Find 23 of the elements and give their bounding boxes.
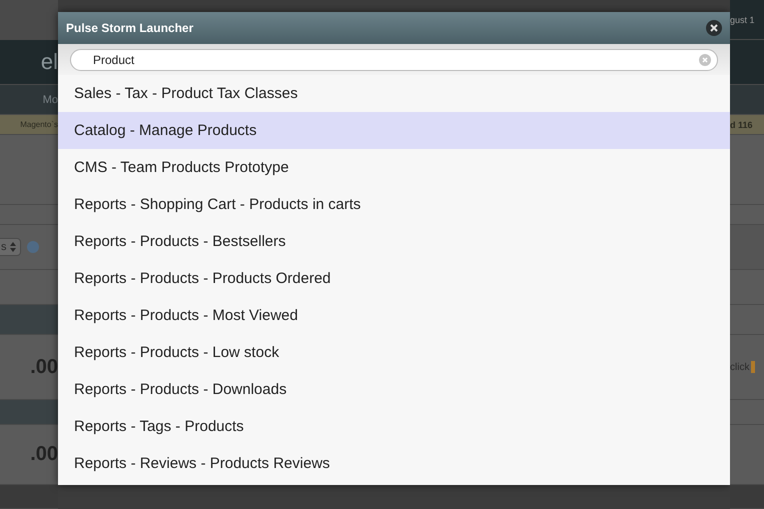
header-date: gust 1 <box>730 14 755 24</box>
amount-text: .00 <box>30 443 58 466</box>
result-item[interactable]: Reports - Tags - Products <box>58 408 730 445</box>
window-title: Pulse Storm Launcher <box>66 21 194 35</box>
notice-text: d 116 <box>730 120 753 130</box>
result-item[interactable]: CMS - Team Products Prototype <box>58 149 730 186</box>
notice-text: Magento`s <box>20 120 58 129</box>
result-item[interactable]: Reports - Products - Downloads <box>58 371 730 408</box>
help-icon[interactable] <box>26 241 38 253</box>
result-item[interactable]: Catalog - Manage Products <box>58 112 730 149</box>
close-icon[interactable] <box>706 20 722 36</box>
amount-text: .00 <box>30 356 58 378</box>
result-item[interactable]: Reports - Shopping Cart - Products in carts <box>58 186 730 223</box>
result-item[interactable]: Reports - Products - Products Ordered <box>58 260 730 297</box>
result-item[interactable]: Reports - Products - Bestsellers <box>58 223 730 260</box>
result-item[interactable]: Reports - Reviews - Products Reviews <box>58 445 730 482</box>
result-item[interactable]: Sales - Tax - Product Tax Classes <box>58 75 730 112</box>
result-item[interactable]: Reports - Products - Most Viewed <box>58 297 730 334</box>
clear-icon[interactable] <box>699 54 711 66</box>
header-title: el <box>40 49 58 75</box>
sort-icon <box>10 242 16 252</box>
result-item[interactable]: Reports - Products - Low stock <box>58 334 730 371</box>
search-field[interactable]: Product <box>70 49 718 71</box>
